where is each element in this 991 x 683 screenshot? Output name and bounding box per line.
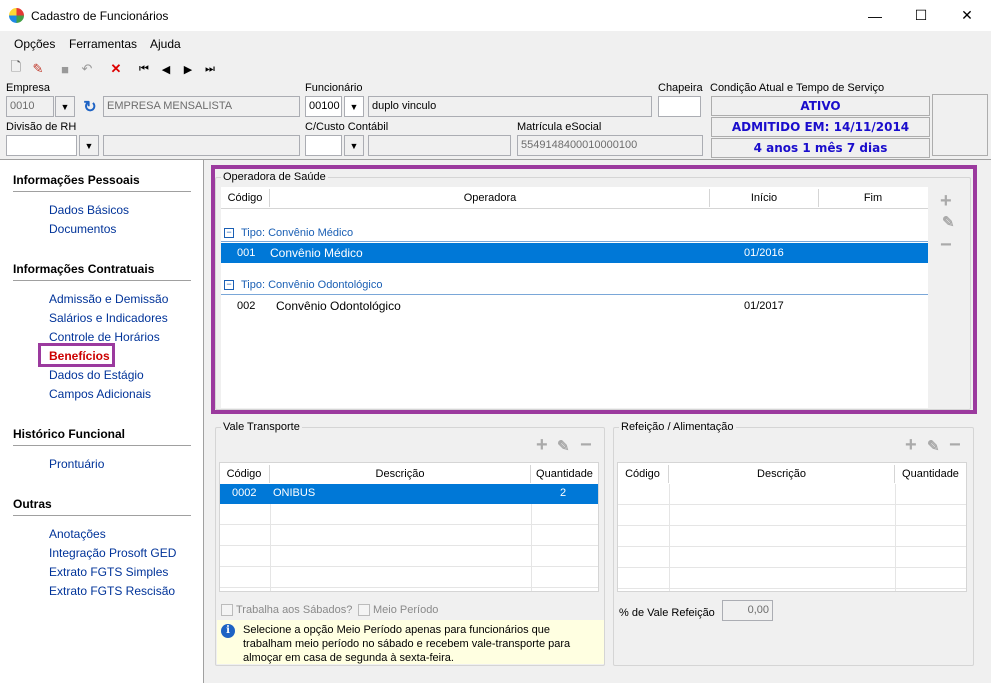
window-title: Cadastro de Funcionários bbox=[31, 9, 169, 23]
condicao-label: Condição Atual e Tempo de Serviço bbox=[710, 82, 885, 94]
add-icon[interactable]: + bbox=[536, 434, 548, 457]
divisao-label: Divisão de RH bbox=[6, 121, 77, 133]
sidebar-item-salarios[interactable]: Salários e Indicadores bbox=[49, 311, 168, 325]
sabados-label: Trabalha aos Sábados? bbox=[236, 604, 353, 616]
col-descricao[interactable]: Descrição bbox=[669, 465, 895, 483]
matricula-field: 5549148400010000100 bbox=[517, 135, 703, 156]
pct-refeicao-label: % de Vale Refeição bbox=[619, 607, 715, 619]
refeicao-title: Refeição / Alimentação bbox=[619, 421, 736, 433]
empty-rows bbox=[220, 504, 598, 591]
vale-title: Vale Transporte bbox=[221, 421, 302, 433]
menu-bar bbox=[0, 31, 991, 57]
sidebar-item-ged[interactable]: Integração Prosoft GED bbox=[49, 546, 176, 560]
section-divider bbox=[13, 191, 191, 192]
divisao-dropdown[interactable]: ▼ bbox=[79, 135, 99, 156]
sidebar-item-campos[interactable]: Campos Adicionais bbox=[49, 387, 151, 401]
close-button[interactable]: ✕ bbox=[944, 0, 990, 31]
meio-periodo-checkbox[interactable] bbox=[358, 604, 370, 616]
empresa-name-field: EMPRESA MENSALISTA bbox=[103, 96, 300, 117]
section-informacoes-contratuais: Informações Contratuais bbox=[13, 262, 155, 276]
menu-ferramentas[interactable]: Ferramentas bbox=[69, 37, 137, 51]
section-historico: Histórico Funcional bbox=[13, 427, 126, 441]
col-codigo[interactable]: Código bbox=[617, 465, 669, 483]
info-icon: i bbox=[221, 624, 235, 638]
section-divider bbox=[13, 445, 191, 446]
section-divider bbox=[13, 280, 191, 281]
maximize-button[interactable]: ☐ bbox=[898, 0, 944, 31]
chapeira-label: Chapeira bbox=[658, 82, 703, 94]
admitido-badge: ADMITIDO EM: 14/11/2014 bbox=[711, 117, 930, 137]
sidebar-item-documentos[interactable]: Documentos bbox=[49, 222, 116, 236]
sidebar-item-fgts-rescisao[interactable]: Extrato FGTS Rescisão bbox=[49, 584, 175, 598]
edit-pencil-icon[interactable]: ✎ bbox=[927, 437, 940, 455]
chapeira-field[interactable] bbox=[658, 96, 701, 117]
grid-col-line bbox=[669, 484, 670, 591]
status-badge: ATIVO bbox=[711, 96, 930, 116]
sidebar-item-estagio[interactable]: Dados do Estágio bbox=[49, 368, 144, 382]
sidebar-item-prontuario[interactable]: Prontuário bbox=[49, 457, 104, 471]
edit-icon[interactable]: ✎ bbox=[29, 60, 47, 78]
next-record-icon[interactable]: ▶ bbox=[179, 60, 197, 78]
col-quantidade[interactable]: Quantidade bbox=[895, 465, 966, 483]
col-descricao[interactable]: Descrição bbox=[270, 465, 531, 483]
col-codigo[interactable]: Código bbox=[219, 465, 270, 483]
menu-ajuda[interactable]: Ajuda bbox=[150, 37, 181, 51]
grid-col-line bbox=[270, 504, 271, 591]
empresa-label: Empresa bbox=[6, 82, 51, 94]
funcionario-name-field: duplo vinculo bbox=[368, 96, 652, 117]
minimize-button[interactable]: — bbox=[852, 0, 898, 31]
custo-name-field bbox=[368, 135, 511, 156]
sabados-checkbox[interactable] bbox=[221, 604, 233, 616]
custo-dropdown[interactable]: ▼ bbox=[344, 135, 364, 156]
sidebar-item-admissao[interactable]: Admissão e Demissão bbox=[49, 292, 168, 306]
sidebar-item-beneficios[interactable]: Benefícios bbox=[49, 349, 110, 363]
sidebar-item-horarios[interactable]: Controle de Horários bbox=[49, 330, 160, 344]
new-icon[interactable]: 🗋 bbox=[7, 59, 25, 78]
app-icon bbox=[9, 8, 24, 23]
empresa-dropdown[interactable]: ▼ bbox=[55, 96, 75, 117]
grid-col-line bbox=[531, 504, 532, 591]
sidebar-item-dados-basicos[interactable]: Dados Básicos bbox=[49, 203, 129, 217]
empty-rows bbox=[618, 484, 966, 591]
funcionario-dropdown[interactable]: ▼ bbox=[344, 96, 364, 117]
edit-pencil-icon[interactable]: ✎ bbox=[557, 437, 570, 455]
info-text: Selecione a opção Meio Período apenas pa… bbox=[243, 624, 571, 664]
matricula-label: Matrícula eSocial bbox=[517, 121, 602, 133]
menu-opcoes[interactable]: Opções bbox=[14, 37, 55, 51]
row-quantidade: 2 bbox=[560, 487, 567, 499]
col-quantidade[interactable]: Quantidade bbox=[531, 465, 598, 483]
employee-photo[interactable] bbox=[932, 94, 988, 156]
funcionario-code-field[interactable]: 00100 bbox=[305, 96, 342, 117]
delete-icon[interactable]: ✕ bbox=[107, 60, 125, 78]
remove-icon[interactable]: − bbox=[580, 434, 592, 457]
undo-icon[interactable]: ↶ bbox=[78, 60, 96, 78]
remove-icon[interactable]: − bbox=[949, 434, 961, 457]
section-informacoes-pessoais: Informações Pessoais bbox=[13, 173, 140, 187]
custo-label: C/Custo Contábil bbox=[305, 121, 389, 133]
row-descricao: ONIBUS bbox=[273, 487, 316, 499]
divisao-name-field bbox=[103, 135, 300, 156]
row-codigo: 0002 bbox=[232, 487, 257, 499]
custo-field[interactable] bbox=[305, 135, 342, 156]
last-record-icon[interactable]: ⏭ bbox=[201, 60, 219, 78]
section-outras: Outras bbox=[13, 497, 52, 511]
sidebar-item-anotacoes[interactable]: Anotações bbox=[49, 527, 106, 541]
first-record-icon[interactable]: ⏮ bbox=[135, 60, 153, 78]
divisao-field[interactable] bbox=[6, 135, 77, 156]
funcionario-label: Funcionário bbox=[305, 82, 363, 94]
tempo-servico-badge: 4 anos 1 mês 7 dias bbox=[711, 138, 930, 158]
add-icon[interactable]: + bbox=[905, 434, 917, 457]
save-icon[interactable]: ■ bbox=[56, 60, 74, 78]
switch-arrow-icon[interactable]: ↻ bbox=[80, 97, 100, 116]
prev-record-icon[interactable]: ◀ bbox=[157, 60, 175, 78]
grid-col-line bbox=[895, 484, 896, 591]
meio-periodo-label: Meio Período bbox=[373, 604, 439, 616]
pct-refeicao-field[interactable]: 0,00 bbox=[722, 600, 773, 621]
section-divider bbox=[13, 515, 191, 516]
sidebar bbox=[0, 160, 203, 683]
sidebar-item-fgts-simples[interactable]: Extrato FGTS Simples bbox=[49, 565, 168, 579]
empresa-code-field[interactable]: 0010 bbox=[6, 96, 54, 117]
highlight-box bbox=[211, 165, 977, 414]
